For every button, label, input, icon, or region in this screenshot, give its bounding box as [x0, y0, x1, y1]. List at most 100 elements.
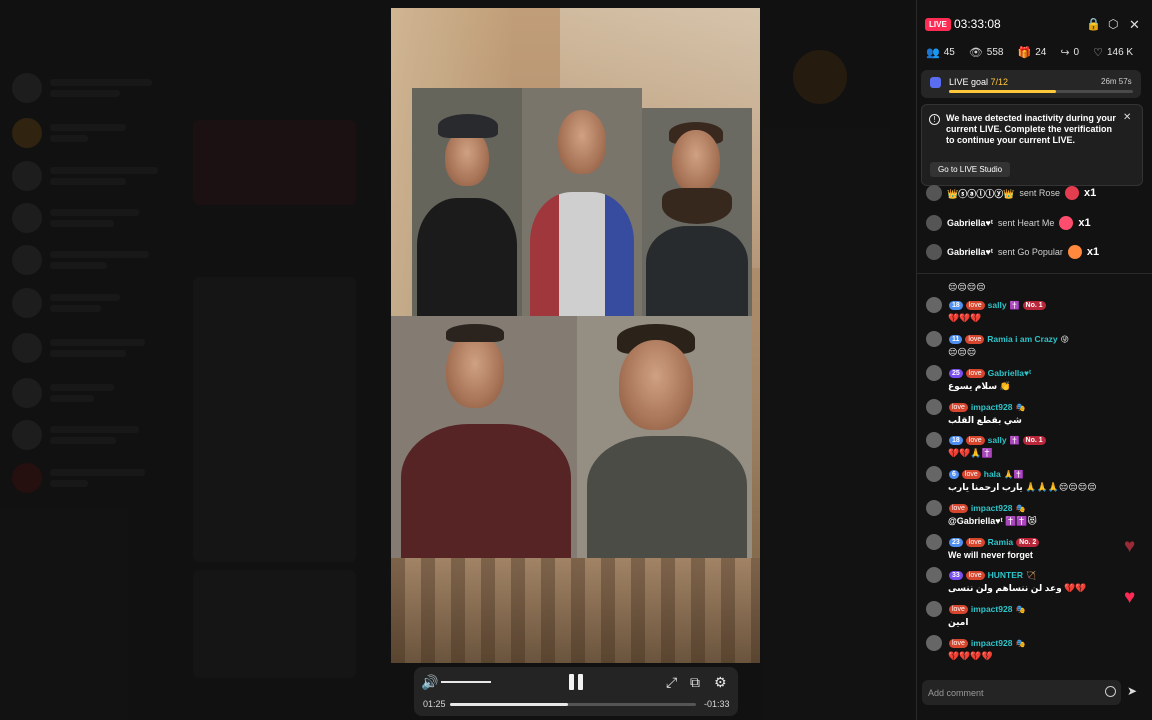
chat-message-text: @Gabriella♥︎ᵗ ✝️✝️😻 — [948, 516, 1037, 526]
avatar[interactable] — [926, 601, 942, 617]
likes-count: 146 K — [1106, 47, 1134, 58]
fan-club-badge: love — [965, 537, 985, 547]
avatar[interactable] — [926, 432, 942, 448]
heart-me-gift-icon — [1059, 216, 1074, 230]
rank-badge: No. 2 — [1016, 537, 1040, 547]
chat-username[interactable]: sally — [988, 300, 1007, 310]
chat-username[interactable]: Ramia i am Crazy — [987, 334, 1057, 344]
volume-slider[interactable] — [441, 681, 491, 683]
shares-stat: ↪ 0 — [1060, 46, 1079, 59]
gift-row: Gabriella♥︎ᵗ sent Heart Me x1 — [926, 215, 1091, 231]
remaining-time: -01:33 — [704, 699, 730, 709]
gift-action: sent Rose — [1019, 188, 1060, 198]
goal-progress-bar — [949, 90, 1133, 93]
eye-icon: 👁 — [968, 47, 983, 59]
seek-bar[interactable] — [450, 703, 696, 706]
lock-icon[interactable]: 🔒 — [1086, 17, 1101, 31]
chat-message-text: 💔💔💔 — [948, 313, 982, 323]
rose-gift-icon — [1064, 186, 1079, 200]
people-icon: 👥 — [926, 47, 940, 59]
gifts-stat: 🎁 24 — [1017, 46, 1046, 59]
live-duration: 03:33:08 — [954, 17, 1001, 31]
user-badge: ✝️ — [1009, 435, 1020, 445]
level-badge: 23 — [949, 537, 963, 547]
avatar[interactable] — [926, 466, 942, 482]
level-badge: 33 — [949, 570, 963, 580]
gift-sender[interactable]: 👑ⓢⓐⓛⓛⓨ👑 — [947, 187, 1014, 200]
likes-stat: ♡ 146 K — [1093, 46, 1133, 59]
go-popular-gift-icon — [1067, 245, 1082, 259]
avatar[interactable] — [926, 215, 942, 231]
info-icon: ! — [929, 114, 940, 125]
goal-icon — [930, 77, 941, 88]
fan-club-badge: love — [965, 570, 985, 580]
live-video[interactable] — [391, 8, 760, 663]
user-badge: 🎭 — [1015, 503, 1026, 513]
gift-action: sent Heart Me — [997, 218, 1055, 228]
settings-hexagon-icon[interactable]: ⬡ — [1108, 17, 1118, 31]
avatar[interactable] — [926, 297, 942, 313]
gift-count: x1 — [1083, 187, 1097, 199]
views-stat: 👁 558 — [969, 46, 1004, 59]
chat-username[interactable]: hala — [984, 469, 1001, 479]
close-icon[interactable]: ✕ — [1129, 17, 1140, 33]
avatar[interactable] — [926, 399, 942, 415]
volume-icon[interactable]: 🔊 — [421, 675, 438, 689]
fan-club-badge: love — [949, 638, 968, 648]
chat-message: 11 love Ramia i am Crazy 😜 😔😔😔 — [926, 331, 1141, 358]
chat-message: 6 love hala 🙏✝️ يارب ارحمنا يارب 🙏🙏🙏😔😔😔😔 — [926, 466, 1141, 493]
chat-username[interactable]: sally — [988, 435, 1007, 445]
fan-club-badge: love — [965, 334, 985, 344]
user-badge: 🏹 — [1026, 570, 1037, 580]
emoji-icon[interactable] — [1105, 686, 1116, 697]
fan-club-badge: love — [949, 604, 968, 614]
pause-button[interactable] — [569, 674, 583, 690]
chat-username[interactable]: impact928 — [971, 604, 1013, 614]
chat-message: 23 love Ramia No. 2 We will never forget — [926, 534, 1141, 560]
chat-username[interactable]: HUNTER — [988, 570, 1023, 580]
inactivity-message: We have detected inactivity during your … — [946, 113, 1116, 145]
fullscreen-icon[interactable]: ⤢ — [666, 675, 677, 689]
elapsed-time: 01:25 — [423, 699, 446, 709]
avatar[interactable] — [926, 500, 942, 516]
live-stream-screen: 🔊 ⤢ ⧉ ⚙ 01:25 -01:33 LIVE 03:33:08 🔒 ⬡ ✕… — [0, 0, 1152, 720]
avatar[interactable] — [926, 244, 942, 260]
chat-username[interactable]: impact928 — [971, 638, 1013, 648]
goal-label: LIVE goal 7/12 — [949, 77, 1009, 87]
avatar[interactable] — [926, 635, 942, 651]
chat-username[interactable]: impact928 — [971, 503, 1013, 513]
user-badge: 🎭 — [1015, 638, 1026, 648]
user-badge: 🎭 — [1015, 402, 1026, 412]
notice-close-icon[interactable]: ✕ — [1123, 112, 1131, 123]
chat-message: 33 love HUNTER 🏹 وعد لن ننساهم ولن ننسى 💔💔 — [926, 567, 1141, 594]
chat-message-text: 😔😔😔 — [948, 347, 977, 357]
rank-badge: No. 1 — [1022, 435, 1046, 445]
chat-username[interactable]: impact928 — [971, 402, 1013, 412]
gift-sender[interactable]: Gabriella♥︎ᵗ — [947, 247, 993, 257]
user-badge: 😜 — [1060, 334, 1069, 344]
avatar[interactable] — [926, 185, 942, 201]
gift-action: sent Go Popular — [997, 247, 1063, 257]
chat-username[interactable]: Ramia — [988, 537, 1014, 547]
gift-sender[interactable]: Gabriella♥︎ᵗ — [947, 218, 993, 228]
level-badge: 18 — [949, 300, 963, 310]
picture-in-picture-icon[interactable]: ⧉ — [690, 675, 700, 689]
settings-icon[interactable]: ⚙ — [714, 675, 727, 689]
chat-message: 18 love sally ✝️ No. 1 💔💔💔 — [926, 297, 1141, 324]
avatar[interactable] — [926, 534, 942, 550]
chat-message: 😔😔😔😔 — [926, 280, 1141, 293]
go-to-live-studio-button[interactable]: Go to LIVE Studio — [930, 162, 1011, 177]
comment-input[interactable] — [928, 686, 1098, 699]
send-icon[interactable]: ➤ — [1127, 684, 1137, 698]
chat-message-text: شي بقطع القلب — [948, 415, 1022, 425]
avatar[interactable] — [926, 365, 942, 381]
fan-club-badge: love — [949, 503, 968, 513]
avatar[interactable] — [926, 567, 942, 583]
fan-club-badge: love — [961, 469, 981, 479]
gift-box-icon: 🎁 — [1017, 47, 1032, 59]
live-stats: 👥 45 👁 558 🎁 24 ↪ 0 ♡ 146 K — [926, 46, 1133, 59]
chat-username[interactable]: Gabriella♥︎ᵗ — [988, 368, 1031, 378]
avatar[interactable] — [926, 331, 942, 347]
chat-message-text: سلام يسوع 👏 — [948, 381, 1011, 391]
chat-message-text: يارب ارحمنا يارب 🙏🙏🙏😔😔😔😔 — [948, 482, 1097, 492]
